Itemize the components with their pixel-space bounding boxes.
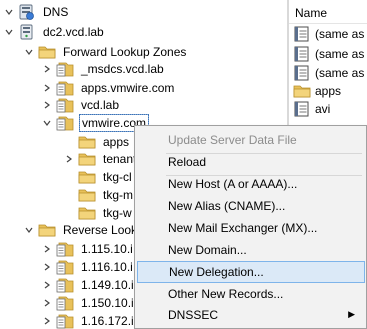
zone-icon xyxy=(56,295,74,311)
expand-icon[interactable] xyxy=(42,316,52,326)
folder-icon xyxy=(293,83,311,99)
record-icon xyxy=(293,26,311,42)
dns-icon xyxy=(18,4,36,20)
expand-icon[interactable] xyxy=(42,83,52,93)
tree-node-dns[interactable]: DNS xyxy=(4,2,70,22)
column-header-name[interactable]: Name xyxy=(289,2,367,24)
zone-icon xyxy=(56,80,74,96)
folder-icon xyxy=(78,169,96,185)
folder-icon xyxy=(78,134,96,150)
collapse-icon[interactable] xyxy=(24,47,34,57)
tree-node-subzone[interactable]: tenant xyxy=(64,149,138,169)
list-item-label: apps xyxy=(315,84,342,98)
folder-icon xyxy=(38,222,56,238)
zone-icon xyxy=(56,277,74,293)
list-item[interactable]: apps xyxy=(293,81,341,101)
list-item[interactable]: (same as p xyxy=(293,63,367,83)
tree-label: apps xyxy=(103,135,130,149)
zone-icon xyxy=(56,97,74,113)
tree-label: _msdcs.vcd.lab xyxy=(81,62,164,76)
tree-label: 1.115.10.i xyxy=(81,242,133,256)
menu-item-label: DNSSEC xyxy=(168,308,219,322)
tree-label: tenant xyxy=(103,152,137,166)
tree-label: 1.116.10.i xyxy=(81,260,133,274)
menu-item-reload[interactable]: Reload xyxy=(137,151,365,173)
menu-item-new-mail-exchanger[interactable]: New Mail Exchanger (MX)... xyxy=(137,217,365,239)
expand-icon[interactable] xyxy=(42,64,52,74)
expand-icon[interactable] xyxy=(64,154,74,164)
expand-icon[interactable] xyxy=(42,262,52,272)
record-icon xyxy=(293,65,311,81)
submenu-arrow-icon: ▶ xyxy=(348,309,355,319)
context-menu: Update Server Data File Reload New Host … xyxy=(134,125,367,329)
tree-node-zone[interactable]: _msdcs.vcd.lab xyxy=(42,59,166,79)
folder-icon xyxy=(78,187,96,203)
tree-node-zone[interactable]: vcd.lab xyxy=(42,95,121,115)
menu-item-update-server-data-file[interactable]: Update Server Data File xyxy=(137,129,365,151)
tree-node-reverse-zone[interactable]: 1.150.10.i xyxy=(42,293,136,313)
list-item[interactable]: (same as p xyxy=(293,44,367,64)
list-item-label: (same as p xyxy=(315,66,367,80)
record-icon xyxy=(293,101,311,117)
list-item-label: avi xyxy=(315,102,331,116)
folder-icon xyxy=(38,44,56,60)
tree-label: tkg-w xyxy=(103,206,132,220)
zone-icon xyxy=(56,241,74,257)
tree-label: 1.149.10.i xyxy=(81,278,134,292)
folder-icon xyxy=(78,205,96,221)
zone-icon xyxy=(56,259,74,275)
tree-label: 1.150.10.i xyxy=(81,296,134,310)
tree-label: dc2.vcd.lab xyxy=(43,25,104,39)
tree-node-reverse-zone[interactable]: 1.16.172.i xyxy=(42,311,136,329)
tree-label: Forward Lookup Zones xyxy=(63,45,187,59)
menu-item-other-new-records[interactable]: Other New Records... xyxy=(137,283,365,305)
tree-node-subzone[interactable]: tkg-m xyxy=(78,185,135,205)
tree-node-selected-zone[interactable]: vmwire.com xyxy=(42,113,150,133)
collapse-icon[interactable] xyxy=(4,27,14,37)
zone-icon xyxy=(56,61,74,77)
zone-icon xyxy=(56,313,74,329)
tree-node-reverse-lookup-zones[interactable]: Reverse Look xyxy=(24,220,139,240)
folder-icon xyxy=(78,151,96,167)
zone-icon xyxy=(56,115,74,131)
tree-label: tkg-cl xyxy=(103,170,132,184)
expand-icon[interactable] xyxy=(42,244,52,254)
tree-node-reverse-zone[interactable]: 1.116.10.i xyxy=(42,257,135,277)
tree-label: apps.vmwire.com xyxy=(81,81,175,95)
menu-item-dnssec[interactable]: DNSSEC ▶ xyxy=(137,304,365,326)
server-icon xyxy=(18,24,36,40)
list-item-label: (same as p xyxy=(315,47,367,61)
tree-node-reverse-zone[interactable]: 1.149.10.i xyxy=(42,275,136,295)
expand-icon[interactable] xyxy=(42,100,52,110)
tree-node-reverse-zone[interactable]: 1.115.10.i xyxy=(42,239,135,259)
tree-label: DNS xyxy=(43,5,69,19)
tree-label: 1.16.172.i xyxy=(81,314,134,328)
tree-label: vcd.lab xyxy=(81,98,120,112)
list-item[interactable]: (same as p xyxy=(293,24,367,44)
collapse-icon[interactable] xyxy=(42,118,52,128)
menu-item-new-delegation[interactable]: New Delegation... xyxy=(137,261,365,283)
collapse-icon[interactable] xyxy=(4,7,14,17)
expand-icon[interactable] xyxy=(42,298,52,308)
menu-item-new-host[interactable]: New Host (A or AAAA)... xyxy=(137,173,365,195)
tree-label: tkg-m xyxy=(103,188,133,202)
tree-label: Reverse Look xyxy=(63,223,138,237)
menu-item-new-domain[interactable]: New Domain... xyxy=(137,239,365,261)
tree-node-server[interactable]: dc2.vcd.lab xyxy=(4,22,106,42)
tree-node-subzone[interactable]: tkg-cl xyxy=(78,167,134,187)
list-item-label: (same as p xyxy=(315,27,367,41)
list-item[interactable]: avi xyxy=(293,99,330,119)
record-icon xyxy=(293,46,311,62)
collapse-icon[interactable] xyxy=(24,225,34,235)
menu-item-new-alias[interactable]: New Alias (CNAME)... xyxy=(137,195,365,217)
expand-icon[interactable] xyxy=(42,280,52,290)
